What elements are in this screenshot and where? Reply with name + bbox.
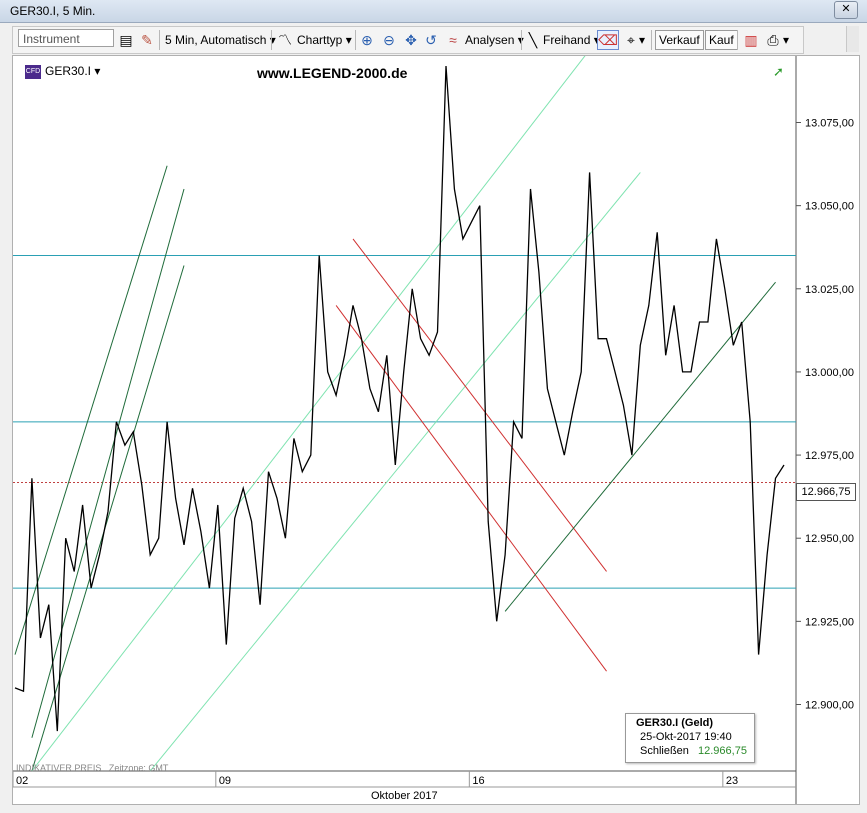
x-tick-label: 16	[472, 775, 484, 787]
y-tick-label: 12.925,00	[805, 616, 854, 628]
charttype-label: Charttyp	[297, 33, 343, 47]
print-icon[interactable]: ⎙	[763, 30, 783, 50]
toolbar-separator	[159, 30, 160, 50]
timezone-text: Zeitzone: GMT	[108, 763, 169, 773]
window-title: GER30.I, 5 Min.	[10, 4, 96, 18]
y-tick-label: 13.025,00	[805, 284, 854, 296]
chart-area[interactable]: 13.075,00 13.050,00 13.025,00 13.000,00 12.9…	[12, 55, 860, 805]
channel-line	[504, 281, 776, 612]
buy-button[interactable]: Kauf	[705, 30, 738, 50]
price-chart[interactable]: 13.075,00 13.050,00 13.025,00 13.000,00 12.9…	[13, 56, 859, 804]
instrument-name: GER30.I	[45, 64, 92, 78]
analysen-label: Analysen	[465, 33, 515, 47]
tooltip-header: GER30.I (Geld)	[636, 717, 714, 729]
interval-dropdown[interactable]: 5 Min, Automatisch ▾	[165, 30, 276, 50]
price-tooltip: GER30.I (Geld) 25-Okt-2017 19:40 Schließ…	[625, 713, 755, 763]
tooltip-label: Schließen	[640, 745, 689, 757]
indicative-price-label: INDIKATIVER PREIS Zeitzone: GMT	[16, 763, 168, 773]
close-window-button[interactable]: ✕	[834, 1, 858, 19]
instrument-selector[interactable]: CFD GER30.I ▾	[25, 63, 100, 79]
instrument-lookup-icon[interactable]: ▤	[116, 30, 136, 50]
trend-arrow-icon: ➚	[773, 65, 784, 80]
x-tick-label: 23	[726, 775, 738, 787]
channel-line	[335, 305, 607, 672]
line-chart-icon: 〽	[278, 32, 292, 48]
zoom-out-icon[interactable]: ⊖	[379, 30, 399, 50]
price-series-line	[14, 65, 785, 732]
watermark-text: www.LEGEND-2000.de	[257, 65, 408, 81]
y-tick-label: 12.975,00	[805, 450, 854, 462]
analysis-icon[interactable]: ≈	[443, 30, 463, 50]
y-tick-label: 13.000,00	[805, 367, 854, 379]
eraser-icon[interactable]: ⌫	[597, 30, 619, 50]
y-tick-label: 13.050,00	[805, 201, 854, 213]
window-titlebar: GER30.I, 5 Min. ✕	[0, 0, 867, 23]
sell-button[interactable]: Verkauf	[655, 30, 704, 50]
toolbar-separator	[651, 30, 652, 50]
indicative-text: INDIKATIVER PREIS	[16, 763, 102, 773]
freehand-dropdown[interactable]: Freihand ▾	[543, 30, 600, 50]
tooltip-value: 12.966,75	[698, 745, 747, 757]
current-price-tag: 12.966,75	[796, 483, 856, 501]
toolbar-separator	[355, 30, 356, 50]
toolbar-separator	[271, 30, 272, 50]
month-label: Oktober 2017	[371, 790, 438, 802]
pan-icon[interactable]: ✥	[401, 30, 421, 50]
instrument-input[interactable]: Instrument	[18, 29, 114, 47]
undo-icon[interactable]: ↺	[421, 30, 441, 50]
y-tick-label: 12.950,00	[805, 533, 854, 545]
channel-line	[149, 172, 641, 772]
freehand-label: Freihand	[543, 33, 591, 47]
drawing-tools-icon[interactable]: ✎	[137, 30, 157, 50]
charttype-dropdown[interactable]: Charttyp ▾	[297, 30, 352, 50]
crosshair-icon[interactable]: ⌖	[621, 30, 641, 50]
chart-window-icon[interactable]: ▥	[741, 30, 761, 50]
chart-toolbar: Instrument ▤ ✎ 5 Min, Automatisch ▾ 〽 Ch…	[12, 26, 804, 54]
y-tick-label: 12.900,00	[805, 699, 854, 711]
tooltip-datetime: 25-Okt-2017 19:40	[640, 731, 732, 743]
toolbar-separator	[521, 30, 522, 50]
crosshair-dropdown-arrow[interactable]: ▾	[639, 30, 645, 50]
print-dropdown-arrow[interactable]: ▾	[783, 30, 789, 50]
freehand-line-icon: ╲	[528, 32, 538, 48]
zoom-in-icon[interactable]: ⊕	[357, 30, 377, 50]
channel-line	[31, 56, 586, 772]
x-tick-label: 09	[219, 775, 231, 787]
x-tick-label: 02	[16, 775, 28, 787]
y-tick-label: 13.075,00	[805, 118, 854, 130]
toolbar-separator	[737, 30, 738, 50]
interval-label: 5 Min, Automatisch	[165, 33, 267, 47]
cfd-icon: CFD	[25, 64, 41, 79]
channel-line	[31, 188, 185, 738]
analysen-dropdown[interactable]: Analysen ▾	[465, 30, 524, 50]
toolbar-scrollbar[interactable]	[846, 26, 859, 52]
